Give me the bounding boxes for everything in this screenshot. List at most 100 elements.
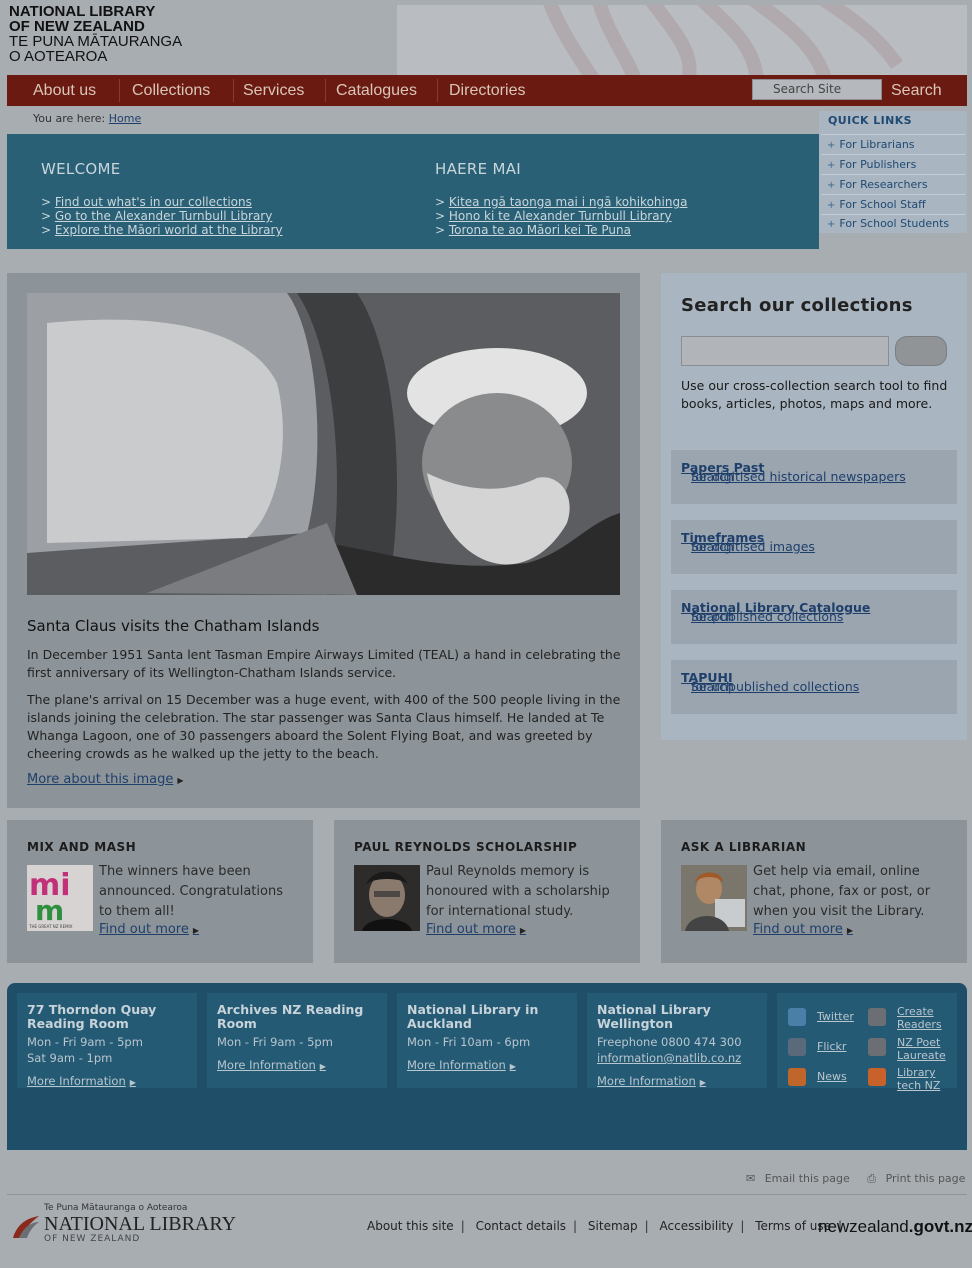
mix-and-mash-image-caption: THE GREAT NZ REMIX	[29, 924, 73, 929]
breadcrumb-home-link[interactable]: Home	[109, 112, 141, 125]
welcome-link-turnbull[interactable]: Go to the Alexander Turnbull Library	[55, 209, 272, 223]
rss-icon[interactable]	[788, 1068, 806, 1086]
ask-a-librarian-photo[interactable]	[681, 865, 747, 931]
header-banner	[397, 5, 967, 75]
search-papers-past[interactable]: Search Papers Past for digitised histori…	[671, 450, 957, 504]
search-tapuhi[interactable]: Search TAPUHI for unpublished collection…	[671, 660, 957, 714]
promo-mix-and-mash: MIX AND MASH mi m THE GREAT NZ REMIX The…	[7, 820, 313, 963]
accessibility-link[interactable]: Accessibility	[660, 1219, 734, 1233]
feature-more-link[interactable]: More about this image ▶	[27, 772, 184, 787]
about-this-site-link[interactable]: About this site	[367, 1219, 454, 1233]
divider	[821, 154, 965, 155]
haere-mai-links: > Kitea ngā taonga mai i ngā kohikohinga…	[435, 195, 688, 237]
nav-services[interactable]: Services	[243, 75, 304, 106]
arrow-right-icon: ▶	[699, 1078, 706, 1087]
flickr-icon[interactable]	[788, 1038, 806, 1056]
footer-archives-nz: Archives NZ Reading Room Mon - Fri 9am -…	[207, 993, 387, 1088]
quick-links-title: QUICK LINKS	[828, 114, 912, 127]
contact-details-link[interactable]: Contact details	[476, 1219, 566, 1233]
collections-search-button[interactable]	[895, 336, 947, 366]
poet-laureate-icon[interactable]	[868, 1038, 886, 1056]
site-search-button[interactable]: Search	[891, 75, 942, 106]
nav-about-us[interactable]: About us	[33, 75, 96, 106]
search-national-library-catalogue[interactable]: Search National Library Catalogue for pu…	[671, 590, 957, 644]
footer-more-information[interactable]: More Information ▶	[217, 1058, 326, 1072]
print-page-link[interactable]: ⎙ Print this page	[867, 1172, 965, 1185]
divider	[821, 214, 965, 215]
create-readers-link[interactable]: Create Readers	[897, 1005, 952, 1031]
flickr-link[interactable]: Flickr	[817, 1040, 846, 1053]
footer-more-information[interactable]: More Information ▶	[597, 1074, 706, 1088]
quick-link-school-students[interactable]: + For School Students	[827, 217, 949, 230]
haere-mai-link-3[interactable]: Torona te ao Māori kei Te Puna	[449, 223, 631, 237]
twitter-link[interactable]: Twitter	[817, 1010, 854, 1023]
search-placeholder: Search Site	[773, 82, 842, 96]
national-library-mark-icon	[11, 1214, 41, 1240]
nav-directories[interactable]: Directories	[449, 75, 525, 106]
quick-link-librarians[interactable]: + For Librarians	[827, 138, 915, 151]
promo-find-out-more[interactable]: Find out more ▶	[99, 922, 199, 937]
welcome-title: WELCOME	[41, 160, 121, 178]
footer-col-title: 77 Thorndon Quay Reading Room	[27, 1002, 157, 1031]
bottom-logo-sub: OF NEW ZEALAND	[44, 1234, 141, 1244]
mix-and-mash-image[interactable]: mi m THE GREAT NZ REMIX	[27, 865, 93, 931]
divider	[821, 134, 965, 135]
arrow-right-icon: ▶	[519, 926, 527, 935]
logo-line-4: O AOTEAROA	[9, 48, 108, 65]
blogger-icon[interactable]	[868, 1068, 886, 1086]
site-search-input[interactable]: Search Site	[752, 79, 882, 100]
quick-link-researchers[interactable]: + For Researchers	[827, 178, 928, 191]
nz-govt-logo[interactable]: newzealand.govt.nz	[818, 1217, 972, 1237]
logo-line-3: TE PUNA MĀTAURANGA	[9, 33, 183, 50]
quick-link-publishers[interactable]: + For Publishers	[827, 158, 916, 171]
bottom-logo[interactable]: NATIONAL LIBRARY	[44, 1213, 236, 1236]
footer-more-information[interactable]: More Information ▶	[27, 1074, 136, 1088]
footer-email-link[interactable]: information@natlib.co.nz	[597, 1050, 741, 1066]
footer-social: Twitter Flickr News Create Readers NZ Po…	[777, 993, 957, 1092]
footer-more-information[interactable]: More Information ▶	[407, 1058, 516, 1072]
site-logo[interactable]: NATIONAL LIBRARY OF NEW ZEALAND TE PUNA …	[9, 4, 182, 64]
promo-find-out-more[interactable]: Find out more ▶	[426, 922, 526, 937]
email-page-link[interactable]: ✉ Email this page	[746, 1172, 850, 1185]
paul-reynolds-photo[interactable]	[354, 865, 420, 931]
library-tech-nz-link[interactable]: Library tech NZ	[897, 1066, 952, 1092]
haere-mai-link-2[interactable]: Hono ki te Alexander Turnbull Library	[449, 209, 672, 223]
plus-icon: +	[827, 219, 836, 230]
promo-find-out-more[interactable]: Find out more ▶	[753, 922, 853, 937]
promo-text: Paul Reynolds memory is honoured with a …	[426, 864, 610, 919]
nav-catalogues[interactable]: Catalogues	[336, 75, 417, 106]
news-link[interactable]: News	[817, 1070, 847, 1083]
haere-mai-link-1[interactable]: Kitea ngā taonga mai i ngā kohikohinga	[449, 195, 688, 209]
santa-photo	[27, 293, 620, 595]
twitter-icon[interactable]	[788, 1008, 806, 1026]
search-collections-title: Search our collections	[681, 295, 913, 316]
welcome-link-collections[interactable]: Find out what's in our collections	[55, 195, 252, 209]
feature-image[interactable]	[27, 293, 620, 595]
arrow-right-icon: ▶	[177, 776, 184, 785]
koru-pattern-graphic	[543, 5, 903, 75]
nav-collections[interactable]: Collections	[132, 75, 210, 106]
promo-ask-a-librarian: ASK A LIBRARIAN Get help via email, onli…	[661, 820, 967, 963]
promo-paul-reynolds: PAUL REYNOLDS SCHOLARSHIP Paul Reynolds …	[334, 820, 640, 963]
nav-divider	[233, 79, 234, 102]
welcome-link-maori-world[interactable]: Explore the Māori world at the Library	[55, 223, 283, 237]
nz-poet-laureate-link[interactable]: NZ Poet Laureate	[897, 1036, 952, 1062]
haere-mai-title: HAERE MAI	[435, 160, 522, 178]
search-collections-panel: Search our collections Use our cross-col…	[661, 273, 967, 740]
quick-link-school-staff[interactable]: + For School Staff	[827, 198, 926, 211]
divider	[821, 194, 965, 195]
quick-links-panel: QUICK LINKS + For Librarians + For Publish…	[819, 111, 967, 233]
search-collections-description: Use our cross-collection search tool to …	[681, 378, 948, 411]
book-icon[interactable]	[868, 1008, 886, 1026]
sitemap-link[interactable]: Sitemap	[588, 1219, 638, 1233]
divider	[821, 174, 965, 175]
bottom-logo-small: Te Puna Mātauranga o Aotearoa	[44, 1203, 188, 1213]
arrow-right-icon: ▶	[192, 926, 200, 935]
collections-search-input[interactable]	[681, 336, 889, 366]
plus-icon: +	[827, 200, 836, 211]
search-timeframes[interactable]: Search Timeframes for digitised images	[671, 520, 957, 574]
arrow-right-icon: ▶	[846, 926, 854, 935]
footer-col-title: National Library Wellington	[597, 1002, 711, 1031]
page-utilities: ✉ Email this page ⎙ Print this page	[740, 1172, 965, 1186]
footer-col-hours: Mon - Fri 9am - 5pm	[217, 1035, 333, 1049]
